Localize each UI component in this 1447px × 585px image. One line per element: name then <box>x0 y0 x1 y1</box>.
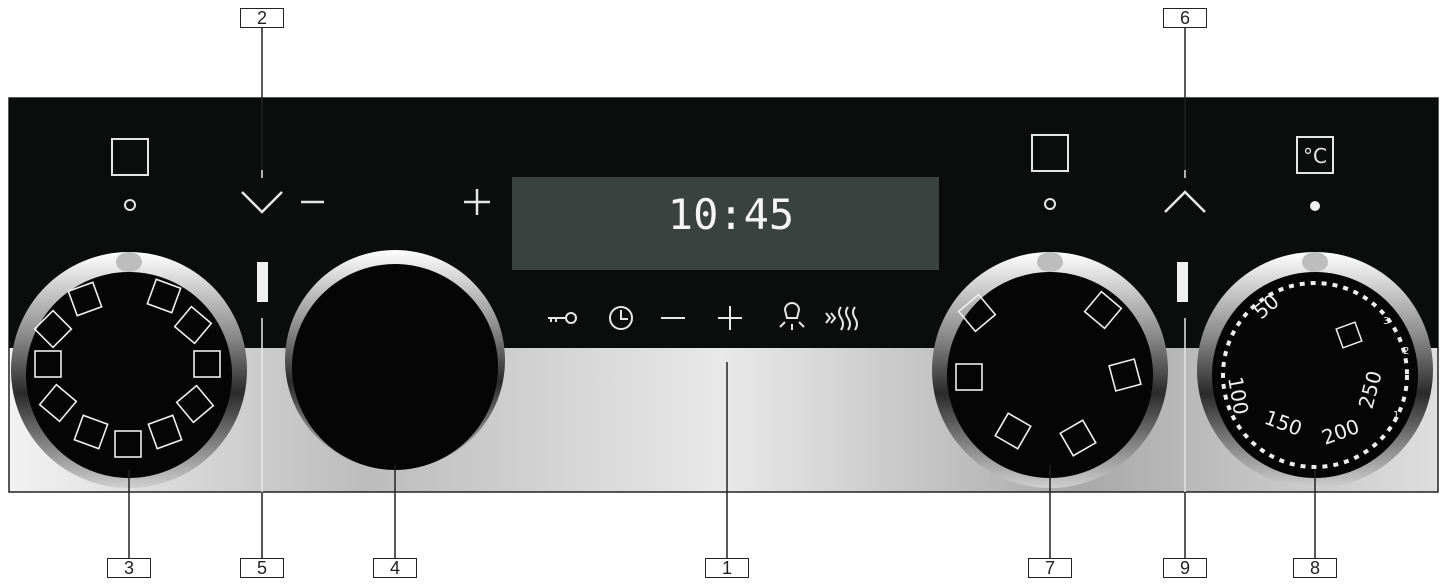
callout-7: 7 <box>1028 558 1072 578</box>
temperature-knob[interactable]: 50 100 150 200 250 1 2 3 <box>1197 252 1433 488</box>
callout-8: 8 <box>1293 558 1337 578</box>
display-time: 10:45 <box>668 190 794 239</box>
callout-1: 1 <box>705 558 749 578</box>
callout-5: 5 <box>240 558 284 578</box>
mode-selector-knob[interactable] <box>932 252 1168 488</box>
callout-4: 4 <box>373 558 417 578</box>
panel-svg: 10:45 °C 50 100 150 200 250 1 2 3 <box>8 28 1439 560</box>
oven-control-panel-diagram: 10:45 °C 50 100 150 200 250 1 2 3 2 6 3 … <box>0 0 1447 580</box>
function-selector-knob[interactable] <box>11 252 247 488</box>
grill-level-1: 1 <box>1393 410 1399 421</box>
celsius-symbol: °C <box>1303 144 1327 168</box>
setting-knob[interactable] <box>285 250 505 470</box>
grill-level-2: 2 <box>1403 346 1409 357</box>
heating-indicator-bar <box>257 262 268 302</box>
callout-6: 6 <box>1163 8 1207 28</box>
callout-2: 2 <box>240 8 284 28</box>
callout-3: 3 <box>107 558 151 578</box>
heating-indicator-bar-right <box>1177 262 1188 302</box>
temperature-dot <box>1310 201 1320 211</box>
grill-level-3: 3 <box>1383 316 1389 327</box>
callout-9: 9 <box>1163 558 1207 578</box>
